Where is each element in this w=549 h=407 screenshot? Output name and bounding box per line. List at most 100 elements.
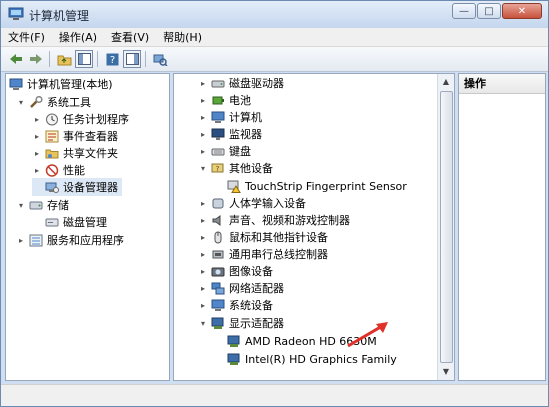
device-category-batteries[interactable]: ▸ 电池	[198, 91, 251, 109]
tree-item-device-manager[interactable]: 设备管理器	[32, 178, 122, 196]
tree-item-shared-folders[interactable]: ▸ 共享文件夹	[32, 144, 118, 162]
device-category-network-adapters[interactable]: ▸ 网络适配器	[198, 279, 284, 297]
tree-item-storage[interactable]: ▾ 存储	[16, 196, 69, 214]
collapse-arrow-icon[interactable]: ▾	[16, 201, 26, 210]
expand-arrow-icon[interactable]: ▸	[198, 284, 208, 293]
expand-arrow-icon[interactable]: ▸	[32, 132, 42, 141]
toolbar-separator	[49, 51, 50, 67]
expand-arrow-icon[interactable]: ▸	[32, 115, 42, 124]
display-adapter-icon	[227, 335, 240, 347]
up-folder-button[interactable]	[55, 50, 73, 68]
event-viewer-icon	[45, 130, 59, 142]
computer-management-icon	[8, 7, 24, 20]
device-category-hid[interactable]: ▸ 人体学输入设备	[198, 194, 306, 212]
tree-item-performance[interactable]: ▸ 性能	[32, 161, 85, 179]
title-bar[interactable]: 计算机管理 — □ ✕	[1, 1, 548, 28]
menu-file[interactable]: 文件(F)	[1, 29, 52, 45]
action-pane-icon	[125, 53, 139, 65]
device-category-label: 人体学输入设备	[229, 197, 306, 210]
device-item-touchstrip-fingerprint-sensor[interactable]: TouchStrip Fingerprint Sensor	[214, 177, 407, 195]
toolbar-separator	[145, 51, 146, 67]
tree-item-task-scheduler[interactable]: ▸ 任务计划程序	[32, 110, 129, 128]
minimize-button[interactable]: —	[452, 3, 476, 19]
scan-hardware-icon	[153, 54, 168, 66]
device-category-label: 网络适配器	[229, 282, 284, 295]
scan-hardware-button[interactable]	[151, 50, 169, 68]
warning-device-icon	[227, 180, 241, 193]
window-controls: — □ ✕	[451, 3, 542, 19]
device-category-display-adapters[interactable]: ▾ 显示适配器	[198, 314, 284, 332]
expand-arrow-icon[interactable]: ▸	[32, 149, 42, 158]
window-title: 计算机管理	[29, 9, 90, 23]
back-arrow-icon	[10, 54, 22, 64]
scrollbar-thumb[interactable]	[440, 91, 453, 363]
scroll-down-arrow-icon[interactable]: ▼	[438, 364, 454, 380]
device-category-label: 磁盘驱动器	[229, 77, 284, 90]
expand-arrow-icon[interactable]: ▸	[198, 147, 208, 156]
device-category-label: 显示适配器	[229, 317, 284, 330]
tree-item-system-tools[interactable]: ▾ 系统工具	[16, 93, 91, 111]
device-category-keyboards[interactable]: ▸ 键盘	[198, 142, 251, 160]
help-button[interactable]: ?	[103, 50, 121, 68]
expand-arrow-icon[interactable]: ▸	[198, 113, 208, 122]
expand-arrow-icon[interactable]: ▸	[198, 267, 208, 276]
device-category-sound-video-game[interactable]: ▸ 声音、视频和游戏控制器	[198, 211, 350, 229]
minimize-icon: —	[459, 5, 469, 17]
tree-item-event-viewer[interactable]: ▸ 事件查看器	[32, 127, 118, 145]
device-category-other-devices[interactable]: ▾ ? 其他设备	[198, 159, 273, 177]
monitor-icon	[211, 128, 225, 140]
console-tree-icon	[77, 53, 91, 65]
tree-item-disk-management[interactable]: 磁盘管理	[32, 213, 107, 231]
forward-button[interactable]	[27, 50, 45, 68]
collapse-arrow-icon[interactable]: ▾	[16, 98, 26, 107]
device-category-imaging-devices[interactable]: ▸ 图像设备	[198, 262, 273, 280]
disk-drive-icon	[211, 80, 225, 87]
computer-icon	[9, 78, 23, 90]
expand-arrow-icon[interactable]: ▸	[198, 79, 208, 88]
mouse-icon	[214, 231, 222, 243]
shared-folder-icon	[45, 149, 59, 158]
menu-action[interactable]: 操作(A)	[52, 29, 104, 45]
back-button[interactable]	[7, 50, 25, 68]
disk-icon	[45, 218, 59, 226]
expand-arrow-icon[interactable]: ▸	[198, 301, 208, 310]
expand-arrow-icon[interactable]: ▸	[198, 96, 208, 105]
device-category-mice[interactable]: ▸ 鼠标和其他指针设备	[198, 228, 328, 246]
device-category-computer[interactable]: ▸ 计算机	[198, 108, 262, 126]
tree-item-label: 任务计划程序	[63, 113, 129, 126]
expand-arrow-icon[interactable]: ▸	[198, 130, 208, 139]
tree-item-label: 存储	[47, 199, 69, 212]
device-category-disk-drives[interactable]: ▸ 磁盘驱动器	[198, 74, 284, 92]
vertical-scrollbar[interactable]: ▲ ▼	[437, 74, 454, 380]
close-button[interactable]: ✕	[502, 3, 542, 19]
scroll-up-arrow-icon[interactable]: ▲	[438, 74, 454, 90]
expand-arrow-icon[interactable]: ▸	[32, 166, 42, 175]
collapse-arrow-icon[interactable]: ▾	[198, 319, 208, 328]
device-item-intel-hd-graphics-family[interactable]: Intel(R) HD Graphics Family	[214, 350, 397, 368]
device-category-label: 其他设备	[229, 162, 273, 175]
expand-arrow-icon[interactable]: ▸	[198, 250, 208, 259]
show-hide-tree-button[interactable]	[75, 50, 93, 68]
tree-item-label: 计算机管理(本地)	[27, 78, 113, 91]
device-category-label: 键盘	[229, 145, 251, 158]
expand-arrow-icon[interactable]: ▸	[198, 199, 208, 208]
tree-item-services-and-applications[interactable]: ▸ 服务和应用程序	[16, 231, 124, 249]
tree-item-label: 系统工具	[47, 96, 91, 109]
device-category-monitors[interactable]: ▸ 监视器	[198, 125, 262, 143]
expand-arrow-icon[interactable]: ▸	[16, 236, 26, 245]
menu-help[interactable]: 帮助(H)	[156, 29, 209, 45]
device-category-usb-controllers[interactable]: ▸ 通用串行总线控制器	[198, 245, 328, 263]
maximize-button[interactable]: □	[477, 3, 501, 19]
tree-item-computer-management[interactable]: 计算机管理(本地)	[9, 75, 113, 93]
display-adapter-icon	[211, 317, 224, 329]
expand-arrow-icon[interactable]: ▸	[198, 233, 208, 242]
computer-icon	[211, 111, 225, 123]
menu-view[interactable]: 查看(V)	[104, 29, 156, 45]
keyboard-icon	[211, 148, 225, 155]
device-category-system-devices[interactable]: ▸ 系统设备	[198, 296, 273, 314]
clock-icon	[46, 113, 58, 125]
show-action-pane-button[interactable]	[123, 50, 141, 68]
expand-arrow-icon[interactable]: ▸	[198, 216, 208, 225]
collapse-arrow-icon[interactable]: ▾	[198, 164, 208, 173]
device-manager-icon	[45, 182, 59, 193]
